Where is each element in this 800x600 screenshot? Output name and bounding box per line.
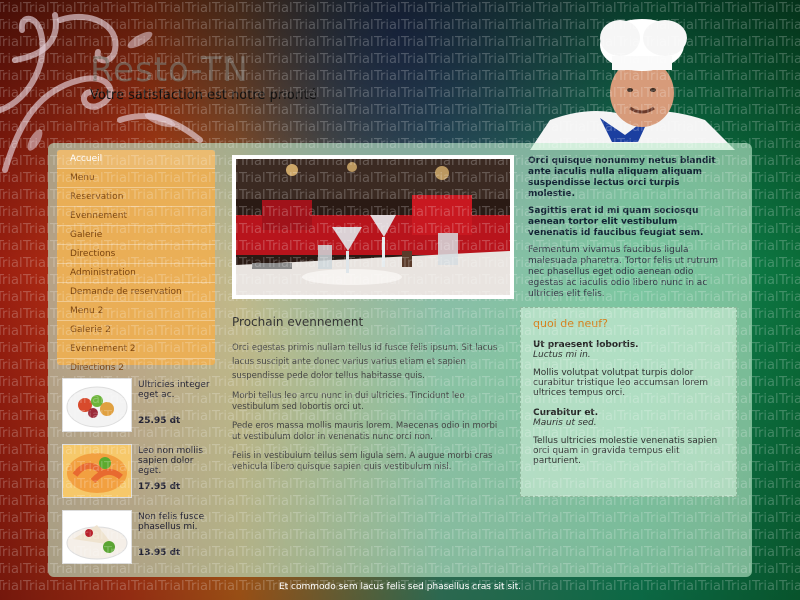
chef-image <box>530 19 735 150</box>
menu-item-accueil[interactable]: Accueil <box>57 150 215 169</box>
intro-text: Orci quisque nonummy netus blandit ante … <box>528 156 728 300</box>
news-item: Ut praesent lobortis. Luctus mi in. Moll… <box>533 340 723 398</box>
news-item-subtitle: Mauris ut sed. <box>533 418 597 428</box>
event-paragraph: Morbi tellus leo arcu nunc in dui ultric… <box>232 391 465 412</box>
menu-item-menu[interactable]: Menu <box>57 169 215 188</box>
menu-item-directions[interactable]: Directions <box>57 245 215 264</box>
product-item[interactable]: Non felis fusce phasellus mi. 13.95 dt <box>62 510 212 576</box>
intro-paragraph: Fermentum vivamus faucibus ligula malesu… <box>528 245 718 299</box>
menu-item-directions-2[interactable]: Directions 2 <box>57 359 215 377</box>
news-item-title[interactable]: Curabitur et. <box>533 408 723 418</box>
news-item-title[interactable]: Ut praesent lobortis. <box>533 340 723 350</box>
footer-text: Et commodo sem lacus felis sed phasellus… <box>278 582 522 592</box>
event-paragraph: Felis in vestibulum tellus sem ligula se… <box>232 451 493 472</box>
news-title: quoi de neuf? <box>533 317 608 330</box>
product-item[interactable]: Ultricies integer eget ac. 25.95 dt <box>62 378 212 444</box>
product-name: Leo non mollis sapien dolor eget. <box>138 446 203 476</box>
intro-bold-1: Orci quisque nonummy netus blandit ante … <box>528 156 716 199</box>
news-box: quoi de neuf? Ut praesent lobortis. Luct… <box>520 307 737 497</box>
product-name: Ultricies integer eget ac. <box>138 380 210 400</box>
product-price: 17.95 dt <box>138 482 181 492</box>
shrimp-dish-image[interactable] <box>62 444 132 498</box>
product-price: 13.95 dt <box>138 548 181 558</box>
menu-item-evennement-2[interactable]: Evennement 2 <box>57 340 215 359</box>
menu-item-reservation[interactable]: Reservation <box>57 188 215 207</box>
menu-item-galerie-2[interactable]: Galerie 2 <box>57 321 215 340</box>
news-item-text: Mollis volutpat volutpat turpis dolor cu… <box>533 368 709 398</box>
event-title: Prochain evennement <box>232 315 364 329</box>
salad-plate-image[interactable] <box>62 378 132 432</box>
restaurant-photo <box>232 155 514 299</box>
menu-item-menu-2[interactable]: Menu 2 <box>57 302 215 321</box>
menu-item-demande-reservation[interactable]: Demande de reservation <box>57 283 215 302</box>
news-item-text: Tellus ultricies molestie venenatis sapi… <box>533 436 718 466</box>
product-list: Ultricies integer eget ac. 25.95 dt Leo … <box>62 378 212 576</box>
event-paragraph: Pede eros massa mollis mauris lorem. Mae… <box>232 421 498 442</box>
site-logo[interactable]: Resto-TN <box>90 50 249 90</box>
product-price: 25.95 dt <box>138 416 181 426</box>
menu-item-administration[interactable]: Administration <box>57 264 215 283</box>
news-item-subtitle: Luctus mi in. <box>533 350 591 360</box>
news-item: Curabitur et. Mauris ut sed. Tellus ultr… <box>533 408 723 466</box>
event-section: Prochain evennement Orci egestas primis … <box>232 315 507 481</box>
menu-item-galerie[interactable]: Galerie <box>57 226 215 245</box>
product-item[interactable]: Leo non mollis sapien dolor eget. 17.95 … <box>62 444 212 510</box>
dessert-plate-image[interactable] <box>62 510 132 564</box>
intro-bold-2: Sagittis erat id mi quam sociosqu aenean… <box>528 206 704 238</box>
main-menu: Accueil Menu Reservation Evennement Gale… <box>57 150 215 373</box>
product-name: Non felis fusce phasellus mi. <box>138 512 205 532</box>
site-tagline: Votre satisfaction est notre priorité <box>90 88 317 103</box>
menu-item-evennement[interactable]: Evennement <box>57 207 215 226</box>
event-paragraph: Orci egestas primis nullam tellus id fus… <box>232 343 498 381</box>
